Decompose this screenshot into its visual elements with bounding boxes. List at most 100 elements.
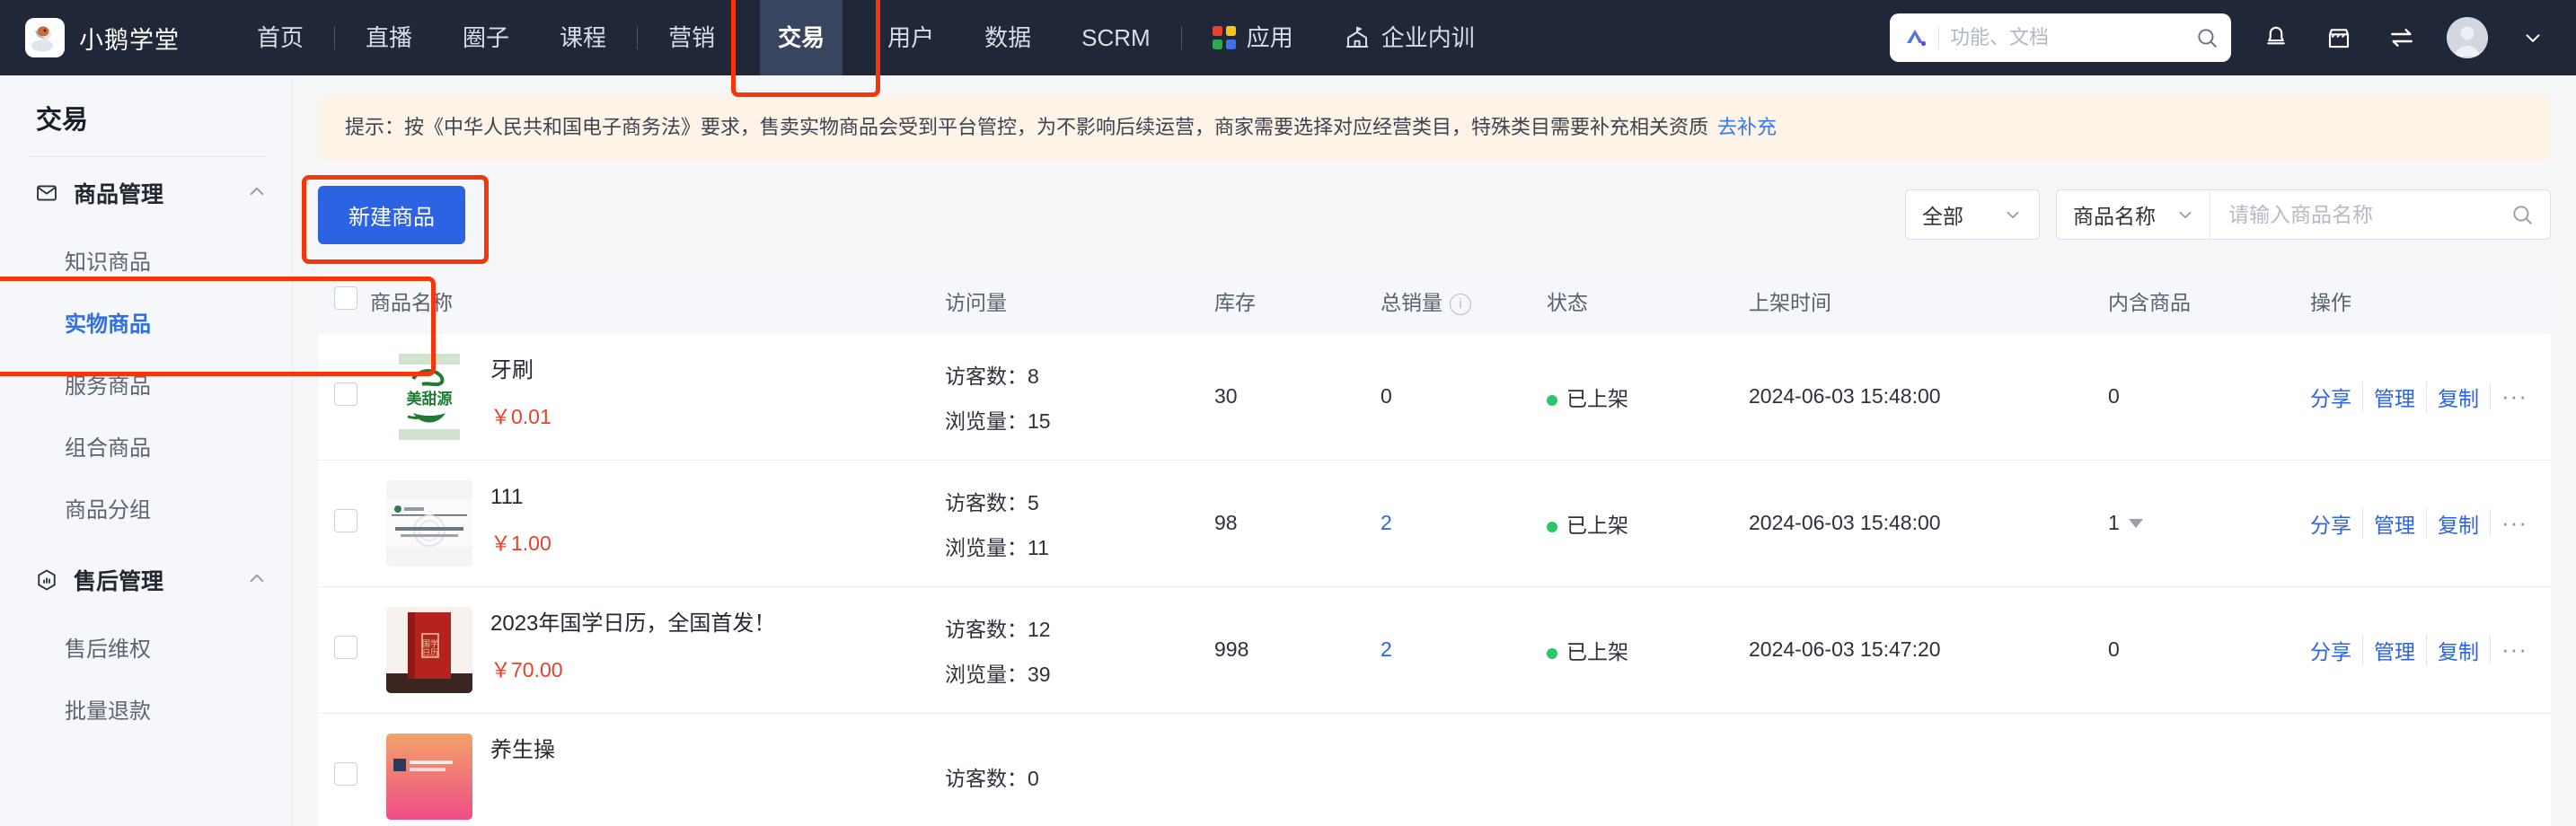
sidebar-item-knowledge-goods[interactable]: 知识商品 xyxy=(0,229,292,291)
chevron-down-icon[interactable] xyxy=(2515,20,2551,56)
copy-action[interactable]: 复制 xyxy=(2426,382,2490,412)
notice-link[interactable]: 去补充 xyxy=(1717,116,1777,138)
product-price: ￥1.00 xyxy=(490,526,551,557)
share-action[interactable]: 分享 xyxy=(2310,382,2362,412)
cell-ops: 分享 管理 复制 ··· xyxy=(2310,334,2551,461)
more-actions-icon[interactable]: ··· xyxy=(2490,636,2538,663)
global-search-input[interactable] xyxy=(1948,25,2186,50)
nav-item-apps[interactable]: 应用 xyxy=(1187,0,1319,75)
table-row: 111 ￥1.00 访客数：5 浏览量：11 xyxy=(318,460,2551,586)
status-filter-value: 全部 xyxy=(1922,199,1963,230)
copy-action[interactable]: 复制 xyxy=(2426,508,2490,539)
product-search-input[interactable] xyxy=(2210,203,2507,227)
chevron-up-icon[interactable] xyxy=(245,567,269,594)
product-meta: 111 ￥1.00 xyxy=(490,480,551,557)
products-table: 商品名称 访问量 库存 总销量i 状态 上架时间 内含商品 操作 xyxy=(318,268,2551,826)
user-avatar[interactable] xyxy=(2447,17,2488,58)
nav-item-label: 用户 xyxy=(887,0,934,75)
row-checkbox[interactable] xyxy=(334,636,357,659)
visitors-line: 访客数：12 xyxy=(945,612,1214,643)
row-checkbox[interactable] xyxy=(334,762,357,786)
col-header-included: 内含商品 xyxy=(2108,268,2310,334)
table-head: 商品名称 访问量 库存 总销量i 状态 上架时间 内含商品 操作 xyxy=(318,268,2551,334)
chevron-up-icon[interactable] xyxy=(245,180,269,207)
search-icon[interactable] xyxy=(2507,203,2550,226)
nav-item-data[interactable]: 数据 xyxy=(959,0,1056,75)
sidebar-group-product-management[interactable]: 商品管理 xyxy=(0,157,292,229)
search-field-select[interactable]: 商品名称 xyxy=(2057,190,2210,239)
bell-icon[interactable] xyxy=(2258,20,2294,56)
copy-action[interactable]: 复制 xyxy=(2426,635,2490,665)
sidebar-item-bundle-goods[interactable]: 组合商品 xyxy=(0,415,292,477)
row-actions: 分享 管理 复制 ··· xyxy=(2310,382,2551,412)
included-count[interactable]: 1 xyxy=(2108,511,2310,535)
share-action[interactable]: 分享 xyxy=(2310,508,2362,539)
visitors-label: 访客数： xyxy=(945,618,1028,641)
brand[interactable]: 小鹅学堂 xyxy=(25,18,180,57)
manage-action[interactable]: 管理 xyxy=(2362,382,2426,412)
swap-icon[interactable] xyxy=(2384,20,2420,56)
product-price: ￥0.01 xyxy=(490,400,551,430)
more-actions-icon[interactable]: ··· xyxy=(2490,509,2538,537)
product-title[interactable]: 2023年国学日历，全国首发！ xyxy=(490,609,775,640)
sales-link[interactable]: 2 xyxy=(1381,637,1392,661)
create-product-button[interactable]: 新建商品 xyxy=(318,186,465,244)
search-divider xyxy=(1938,26,1939,49)
views-value: 11 xyxy=(1028,536,1049,559)
product-title[interactable]: 养生操 xyxy=(490,735,555,767)
product-title[interactable]: 牙刷 xyxy=(490,356,551,387)
status-filter-select[interactable]: 全部 xyxy=(1905,189,2040,240)
sales-link[interactable]: 2 xyxy=(1381,511,1392,534)
nav-separator xyxy=(637,26,638,49)
nav-item-live[interactable]: 直播 xyxy=(340,0,437,75)
sidebar-group-label: 售后管理 xyxy=(74,564,163,596)
chevron-down-icon[interactable] xyxy=(2129,519,2143,528)
search-icon[interactable] xyxy=(2195,26,2219,49)
product-thumbnail-health-exercise xyxy=(386,734,472,820)
col-header-sales: 总销量i xyxy=(1381,268,1547,334)
nav-item-course[interactable]: 课程 xyxy=(534,0,631,75)
nav-item-circle[interactable]: 圈子 xyxy=(437,0,534,75)
visitors-label: 访客数： xyxy=(945,491,1028,514)
row-checkbox[interactable] xyxy=(334,509,357,532)
nav-item-scrm[interactable]: SCRM xyxy=(1056,0,1176,75)
manage-action[interactable]: 管理 xyxy=(2362,635,2426,665)
views-label: 浏览量： xyxy=(945,663,1028,686)
sidebar-item-physical-goods[interactable]: 实物商品 xyxy=(0,291,292,353)
product-title[interactable]: 111 xyxy=(490,482,551,514)
cell-product: 养生操 xyxy=(370,713,945,826)
share-action[interactable]: 分享 xyxy=(2310,635,2362,665)
toolbar: 新建商品 全部 商品名称 xyxy=(318,186,2551,244)
visit-stats: 访客数：0 xyxy=(945,761,1214,792)
nav-item-trade[interactable]: 交易 xyxy=(740,0,862,75)
nav-item-marketing[interactable]: 营销 xyxy=(643,0,740,75)
sidebar-group-aftersales-management[interactable]: 售后管理 xyxy=(0,539,292,616)
sidebar-item-goods-groups[interactable]: 商品分组 xyxy=(0,477,292,539)
status-label: 已上架 xyxy=(1566,514,1628,537)
sidebar-item-aftersales-rights[interactable]: 售后维权 xyxy=(0,616,292,678)
sidebar-item-batch-refund[interactable]: 批量退款 xyxy=(0,678,292,740)
cell-stock: 98 xyxy=(1214,460,1381,586)
store-icon[interactable] xyxy=(2321,20,2357,56)
product-thumbnail-document xyxy=(386,480,472,567)
product-info: 国学 日历 2023年国学日历，全国首发！ ￥70.00 xyxy=(370,607,945,693)
row-checkbox[interactable] xyxy=(334,382,357,406)
table-row: 国学 日历 2023年国学日历，全国首发！ ￥70.00 xyxy=(318,586,2551,713)
status-dot-online xyxy=(1547,395,1557,406)
goose-logo-icon xyxy=(25,18,65,57)
nav-item-home[interactable]: 首页 xyxy=(232,0,329,75)
nav-item-enterprise-training[interactable]: 企业内训 xyxy=(1319,0,1500,75)
nav-right-actions xyxy=(1890,13,2551,62)
sidebar-item-service-goods[interactable]: 服务商品 xyxy=(0,353,292,415)
select-all-checkbox[interactable] xyxy=(334,286,357,310)
col-header-time: 上架时间 xyxy=(1749,268,2108,334)
more-actions-icon[interactable]: ··· xyxy=(2490,382,2538,410)
cell-ops: 分享 管理 复制 ··· xyxy=(2310,586,2551,713)
visitors-line: 访客数：8 xyxy=(945,359,1214,390)
nav-item-user[interactable]: 用户 xyxy=(862,0,959,75)
sidebar-title: 交易 xyxy=(0,75,292,156)
info-icon[interactable]: i xyxy=(1450,294,1471,315)
views-line: 浏览量：11 xyxy=(945,531,1214,561)
manage-action[interactable]: 管理 xyxy=(2362,508,2426,539)
global-search-box[interactable] xyxy=(1890,13,2231,62)
